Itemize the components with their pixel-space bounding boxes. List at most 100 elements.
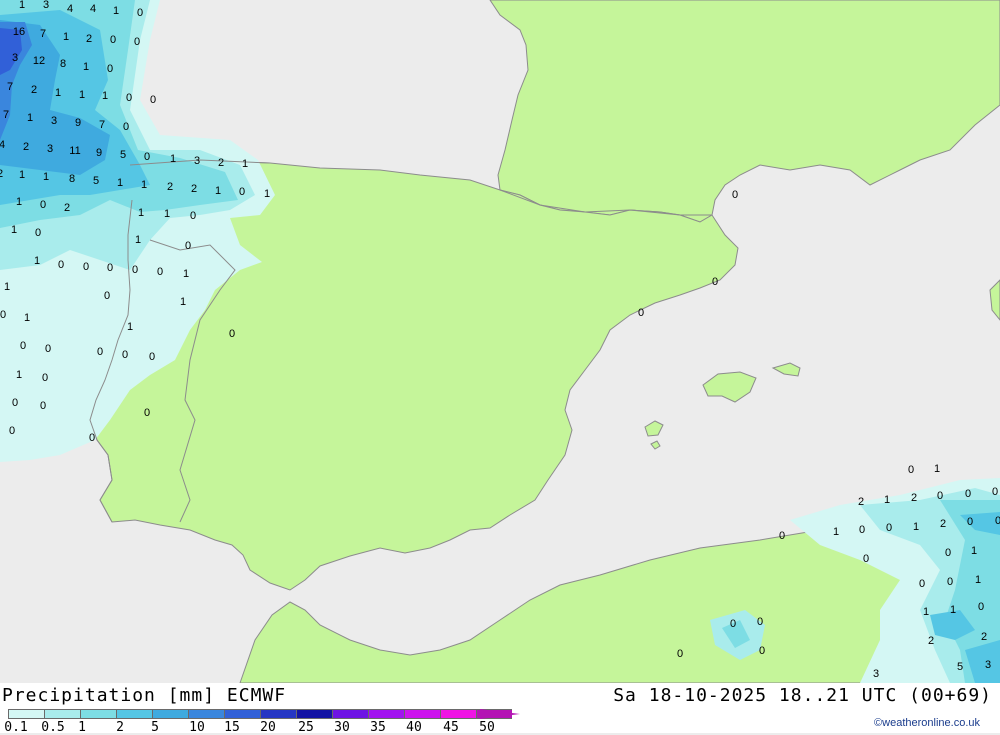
precipitation-value: 2	[928, 635, 934, 647]
precipitation-value: 0	[965, 488, 971, 500]
precipitation-value: 1	[183, 268, 189, 280]
precipitation-value: 1	[16, 196, 22, 208]
precipitation-value: 0	[185, 240, 191, 252]
precipitation-value: 0	[132, 264, 138, 276]
precipitation-value: 0	[110, 34, 116, 46]
precipitation-value: 1	[24, 312, 30, 324]
legend-arrow	[480, 709, 520, 719]
precipitation-value: 2	[940, 518, 946, 530]
precipitation-value: 11	[69, 145, 80, 157]
footer: Precipitation [mm] ECMWF Sa 18-10-2025 1…	[0, 683, 1000, 735]
precipitation-value: 0	[134, 36, 140, 48]
precipitation-value: 9	[75, 117, 81, 129]
precipitation-value: 7	[40, 28, 46, 40]
precipitation-value: 2	[218, 157, 224, 169]
precipitation-value: 0	[229, 328, 235, 340]
precipitation-value: 0	[908, 464, 914, 476]
legend-swatch	[188, 709, 224, 719]
precipitation-value: 0	[126, 92, 132, 104]
precipitation-value: 0	[20, 340, 26, 352]
precipitation-value: 3	[43, 0, 49, 11]
valid-time: Sa 18-10-2025 18..21 UTC (00+69)	[613, 685, 992, 706]
precipitation-value: 1	[975, 574, 981, 586]
precipitation-value: 7	[3, 109, 9, 121]
legend-swatch	[368, 709, 404, 719]
precipitation-value: 0	[157, 266, 163, 278]
precipitation-value: 0	[42, 372, 48, 384]
precipitation-value: 0	[35, 227, 41, 239]
precipitation-value: 1	[63, 31, 69, 43]
precipitation-value: 1	[34, 255, 40, 267]
precipitation-value: 0	[859, 524, 865, 536]
legend-swatch	[404, 709, 440, 719]
precipitation-value: 1	[923, 606, 929, 618]
precipitation-value: 0	[40, 400, 46, 412]
precipitation-value: 0	[732, 189, 738, 201]
precipitation-value: 0	[45, 343, 51, 355]
legend-ticks: 0.1 0.5 1 2 5 10 15 20 25 30 35 40 45 50	[0, 720, 540, 735]
precipitation-map: 1 3 4 4 1 016 7 1 2 0 03 12 8 1 07 2 1 1 1 0 07 1 3 9 7 04 2 3 11 9 5 0…	[0, 0, 1000, 683]
precipitation-value: 5	[93, 175, 99, 187]
precipitation-value: 0	[9, 425, 15, 437]
legend-swatch	[8, 709, 44, 719]
precipitation-value: 0	[58, 259, 64, 271]
precipitation-value: 8	[60, 58, 66, 70]
precipitation-value: 2	[86, 33, 92, 45]
precipitation-value: 0	[123, 121, 129, 133]
legend-swatch	[332, 709, 368, 719]
precipitation-value: 1	[971, 545, 977, 557]
precipitation-value: 0	[937, 490, 943, 502]
precipitation-value: 2	[31, 84, 37, 96]
legend-swatch	[440, 709, 476, 719]
precipitation-value: 4	[67, 3, 73, 15]
precipitation-value: 1	[950, 604, 956, 616]
precipitation-value: 3	[12, 52, 18, 64]
legend-swatch	[116, 709, 152, 719]
precipitation-value: 9	[96, 147, 102, 159]
precipitation-value: 0	[712, 276, 718, 288]
precipitation-value: 1	[79, 89, 85, 101]
precipitation-value: 1	[164, 208, 170, 220]
precipitation-value: 4	[0, 139, 5, 151]
precipitation-value: 1	[19, 0, 25, 11]
precipitation-value: 2	[23, 141, 29, 153]
precipitation-value: 0	[107, 262, 113, 274]
precipitation-value: 1	[83, 61, 89, 73]
precipitation-value: 1	[264, 188, 270, 200]
precipitation-value: 1	[55, 87, 61, 99]
precipitation-value: 8	[69, 173, 75, 185]
map-title: Precipitation [mm] ECMWF	[2, 685, 287, 706]
legend-swatch	[44, 709, 80, 719]
precipitation-value: 0	[144, 151, 150, 163]
precipitation-value: 1	[833, 526, 839, 538]
precipitation-value: 2	[981, 631, 987, 643]
precipitation-value: 0	[149, 351, 155, 363]
precipitation-value: 4	[90, 3, 96, 15]
precipitation-value: 3	[194, 155, 200, 167]
precipitation-value: 1	[117, 177, 123, 189]
precipitation-value: 0	[190, 210, 196, 222]
precipitation-value: 0	[886, 522, 892, 534]
precipitation-value: 1	[135, 234, 141, 246]
precipitation-value: 0	[107, 63, 113, 75]
precipitation-value: 12	[33, 55, 45, 67]
legend-bar	[8, 709, 512, 719]
precipitation-value: 1	[242, 158, 248, 170]
precipitation-value: 1	[138, 207, 144, 219]
precipitation-value: 0	[677, 648, 683, 660]
precipitation-value: 2	[191, 183, 197, 195]
precipitation-value: 0	[757, 616, 763, 628]
precipitation-value: 0	[239, 186, 245, 198]
precipitation-value: 0	[863, 553, 869, 565]
precipitation-value: 0	[137, 7, 143, 19]
precipitation-value: 1	[180, 296, 186, 308]
precipitation-value: 1	[102, 90, 108, 102]
credit-link[interactable]: ©weatheronline.co.uk	[874, 717, 980, 729]
precipitation-value: 2	[858, 496, 864, 508]
precipitation-value: 0	[919, 578, 925, 590]
precipitation-value: 0	[779, 530, 785, 542]
precipitation-value: 2	[911, 492, 917, 504]
precipitation-value: 3	[47, 143, 53, 155]
precipitation-value: 0	[83, 261, 89, 273]
precipitation-value: 0	[995, 515, 1000, 527]
